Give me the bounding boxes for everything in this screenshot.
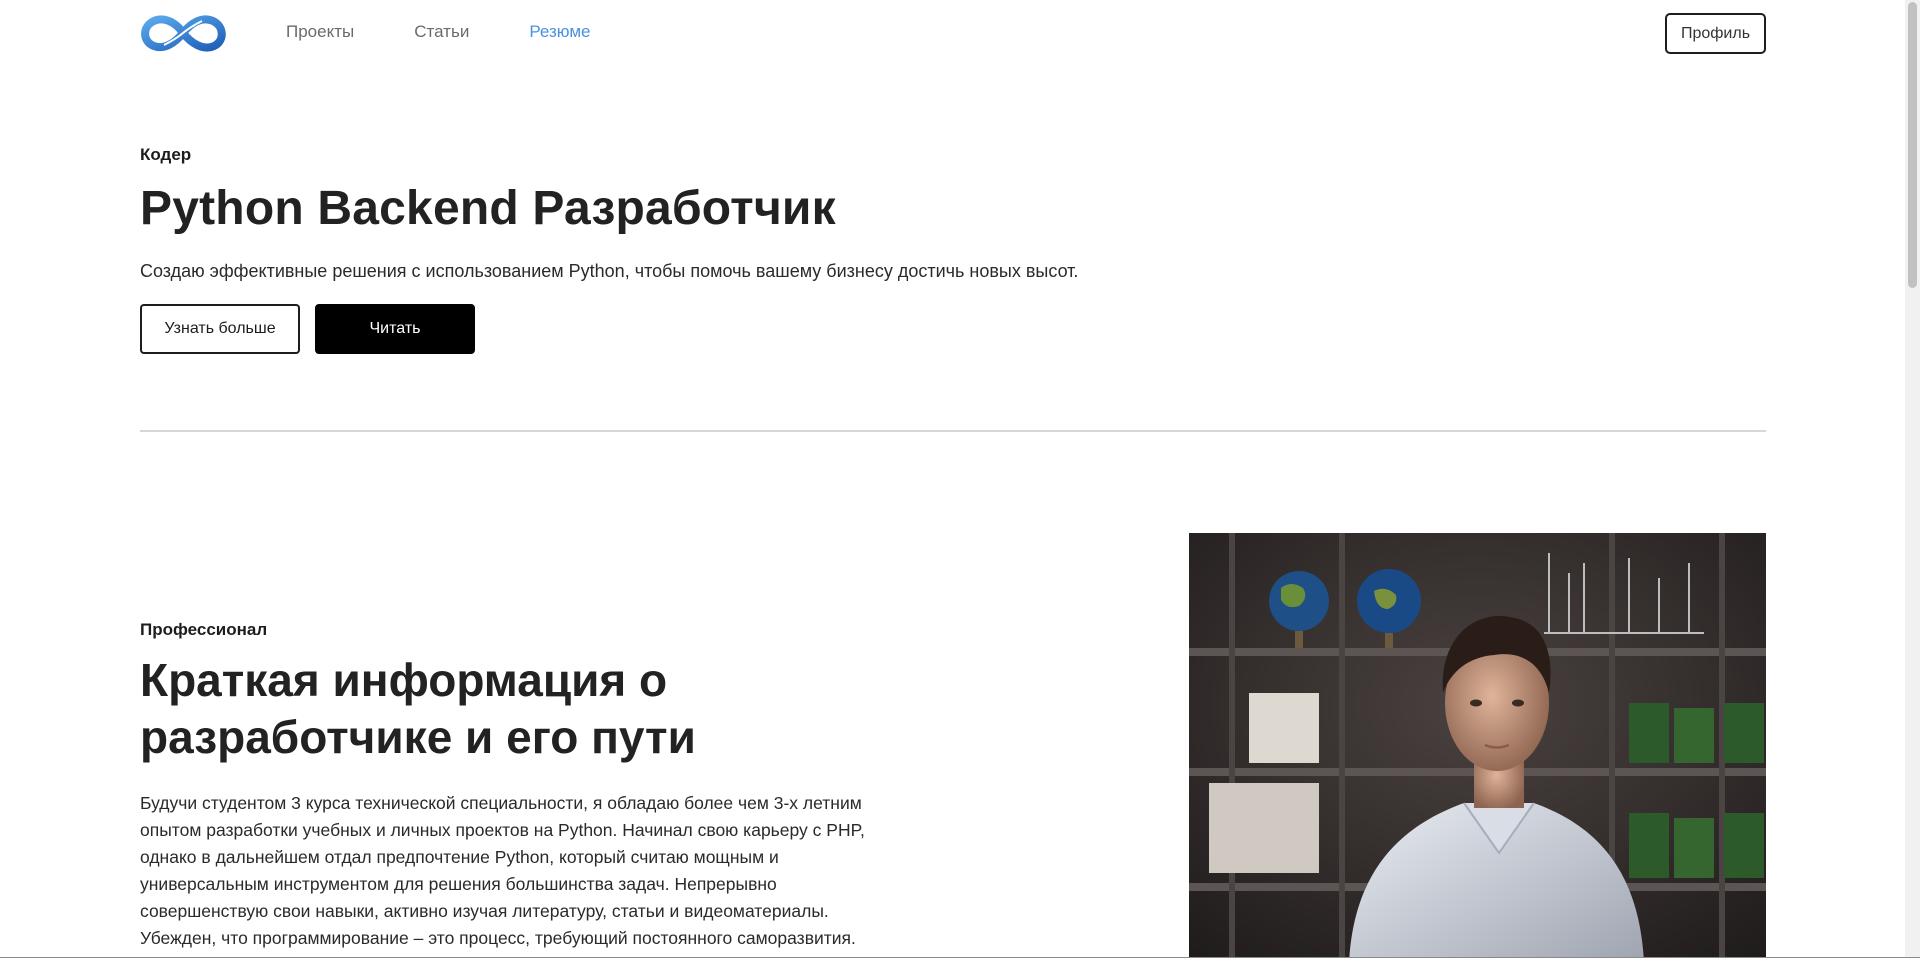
hero-subtitle: Создаю эффективные решения с использован… xyxy=(140,261,1079,281)
page-scrollbar[interactable] xyxy=(1905,0,1920,958)
scrollbar-thumb[interactable] xyxy=(1908,2,1917,288)
about-section: Профессионал Краткая информация о разраб… xyxy=(140,620,900,952)
about-text: Будучи студентом 3 курса технической спе… xyxy=(140,793,865,948)
page: Проекты Статьи Резюме Профиль Кодер Pyth… xyxy=(0,0,1905,958)
infinity-logo-icon[interactable] xyxy=(140,12,226,54)
learn-more-button[interactable]: Узнать больше xyxy=(140,304,300,354)
read-button[interactable]: Читать xyxy=(315,304,475,354)
section-divider xyxy=(140,430,1766,432)
developer-photo xyxy=(1189,533,1766,958)
nav-articles-link[interactable]: Статьи xyxy=(414,22,469,42)
main-nav: Проекты Статьи Резюме xyxy=(286,22,650,42)
about-title: Краткая информация о разработчике и его … xyxy=(140,654,696,763)
site-header: Проекты Статьи Резюме Профиль xyxy=(140,0,1766,66)
about-eyebrow: Профессионал xyxy=(140,620,268,639)
hero-eyebrow: Кодер xyxy=(140,145,192,164)
profile-button[interactable]: Профиль xyxy=(1665,13,1766,54)
nav-projects-link[interactable]: Проекты xyxy=(286,22,354,42)
hero-buttons: Узнать больше Читать xyxy=(140,304,1766,354)
hero-title: Python Backend Разработчик xyxy=(140,182,836,235)
hero-section: Кодер Python Backend Разработчик Создаю … xyxy=(140,145,1766,354)
nav-resume-link[interactable]: Резюме xyxy=(529,22,590,42)
